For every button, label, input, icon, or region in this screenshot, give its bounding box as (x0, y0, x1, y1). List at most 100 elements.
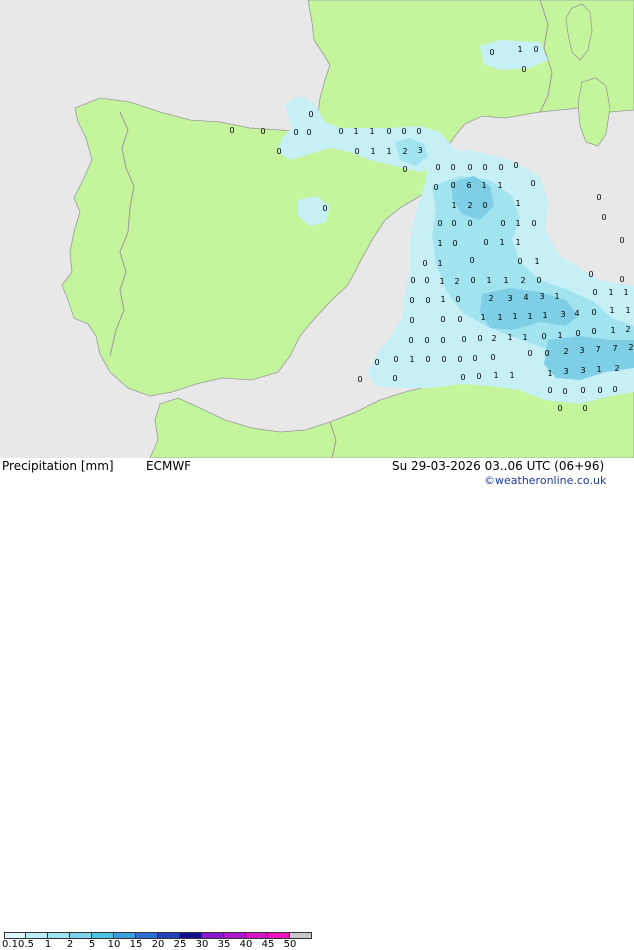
precip-value-label: 0 (435, 163, 440, 172)
precip-value-label: 0 (467, 219, 472, 228)
colorbar-segment (158, 932, 180, 939)
precip-value-label: 1 (534, 257, 539, 266)
precip-value-label: 0 (401, 127, 406, 136)
precip-value-label: 0 (482, 163, 487, 172)
precip-value-label: 1 (480, 313, 485, 322)
precip-value-label: 1 (440, 295, 445, 304)
precip-value-label: 2 (614, 364, 619, 373)
precip-value-label: 4 (574, 309, 579, 318)
precip-value-label: 0 (547, 386, 552, 395)
precip-value-label: 1 (522, 333, 527, 342)
precip-value-label: 0 (536, 276, 541, 285)
precip-value-label: 0 (338, 127, 343, 136)
precip-value-label: 1 (497, 313, 502, 322)
precip-value-label: 0 (425, 355, 430, 364)
precip-value-label: 1 (409, 355, 414, 364)
precip-value-label: 0 (322, 204, 327, 213)
precip-value-label: 2 (467, 201, 472, 210)
precip-value-label: 0 (293, 128, 298, 137)
precip-value-label: 7 (595, 345, 600, 354)
precip-value-label: 1 (554, 292, 559, 301)
precip-value-label: 0 (393, 355, 398, 364)
precip-value-label: 0 (410, 276, 415, 285)
precip-value-label: 0 (591, 327, 596, 336)
precip-value-label: 1 (386, 147, 391, 156)
precip-value-label: 0 (467, 163, 472, 172)
precip-value-label: 2 (454, 277, 459, 286)
precip-value-label: 0 (513, 161, 518, 170)
precip-value-label: 0 (450, 181, 455, 190)
precip-value-label: 3 (563, 367, 568, 376)
precip-value-label: 0 (437, 219, 442, 228)
precip-value-label: 0 (557, 404, 562, 413)
precip-value-label: 0 (460, 373, 465, 382)
precip-value-label: 0 (489, 48, 494, 57)
precip-value-label: 6 (466, 181, 471, 190)
precip-value-label: 0 (402, 165, 407, 174)
precip-value-label: 0 (597, 386, 602, 395)
precip-value-label: 1 (369, 127, 374, 136)
precip-value-label: 0 (482, 201, 487, 210)
precip-value-label: 2 (488, 294, 493, 303)
precip-value-label: 1 (370, 147, 375, 156)
precip-value-label: 0 (440, 336, 445, 345)
precip-value-label: 0 (469, 256, 474, 265)
precip-value-label: 1 (527, 312, 532, 321)
colorbar-segment (202, 932, 224, 939)
colorbar-tick-label: 2 (66, 939, 74, 950)
precip-value-label: 0 (461, 335, 466, 344)
colorbar-tick-label: 0.1 (2, 939, 18, 950)
precip-value-label: 0 (425, 296, 430, 305)
colorbar-tick-label: 0.5 (18, 939, 34, 950)
precip-value-label: 1 (437, 259, 442, 268)
precip-value-label: 0 (433, 183, 438, 192)
colorbar-segment (180, 932, 202, 939)
colorbar-tick-label: 1 (44, 939, 52, 950)
precip-value-label: 1 (515, 199, 520, 208)
precip-value-label: 0 (592, 288, 597, 297)
precip-value-label: 0 (422, 259, 427, 268)
precip-value-label: 0 (521, 65, 526, 74)
precip-value-label: 1 (609, 306, 614, 315)
precip-value-label: 3 (507, 294, 512, 303)
precip-value-label: 1 (515, 219, 520, 228)
precip-value-label: 0 (596, 193, 601, 202)
precip-value-label: 0 (450, 163, 455, 172)
precip-value-label: 0 (591, 308, 596, 317)
precip-value-label: 1 (497, 181, 502, 190)
precip-value-label: 0 (582, 404, 587, 413)
colorbar-tick-label: 35 (217, 939, 231, 950)
model-name: ECMWF (146, 459, 192, 473)
precip-value-label: 0 (562, 387, 567, 396)
precip-value-label: 1 (353, 127, 358, 136)
precip-value-label: 0 (374, 358, 379, 367)
precip-value-label: 0 (531, 219, 536, 228)
precip-value-label: 0 (541, 332, 546, 341)
precip-value-label: 0 (490, 353, 495, 362)
precip-value-label: 0 (619, 236, 624, 245)
precip-value-label: 0 (530, 179, 535, 188)
copyright-link[interactable]: ©weatheronline.co.uk (484, 475, 606, 487)
precip-value-label: 3 (560, 310, 565, 319)
precip-value-label: 0 (483, 238, 488, 247)
precip-value-label: 1 (439, 277, 444, 286)
precip-value-label: 2 (563, 347, 568, 356)
precip-value-label: 1 (517, 45, 522, 54)
colorbar-tick-label: 5 (88, 939, 96, 950)
colorbar-segment (246, 932, 268, 939)
precip-value-label: 0 (588, 270, 593, 279)
precip-value-label: 3 (539, 292, 544, 301)
colorbar-segment (290, 932, 312, 939)
precip-value-label: 7 (612, 344, 617, 353)
precip-value-label: 0 (527, 349, 532, 358)
precip-value-label: 3 (417, 146, 422, 155)
precip-value-label: 0 (409, 296, 414, 305)
precip-value-label: 0 (472, 354, 477, 363)
colorbar-tick-label: 40 (239, 939, 253, 950)
precip-value-label: 0 (457, 355, 462, 364)
precip-value-label: 0 (409, 316, 414, 325)
precip-value-label: 0 (580, 386, 585, 395)
precip-value-label: 0 (441, 355, 446, 364)
colorbar-segment (4, 932, 26, 939)
precip-value-label: 1 (625, 306, 630, 315)
